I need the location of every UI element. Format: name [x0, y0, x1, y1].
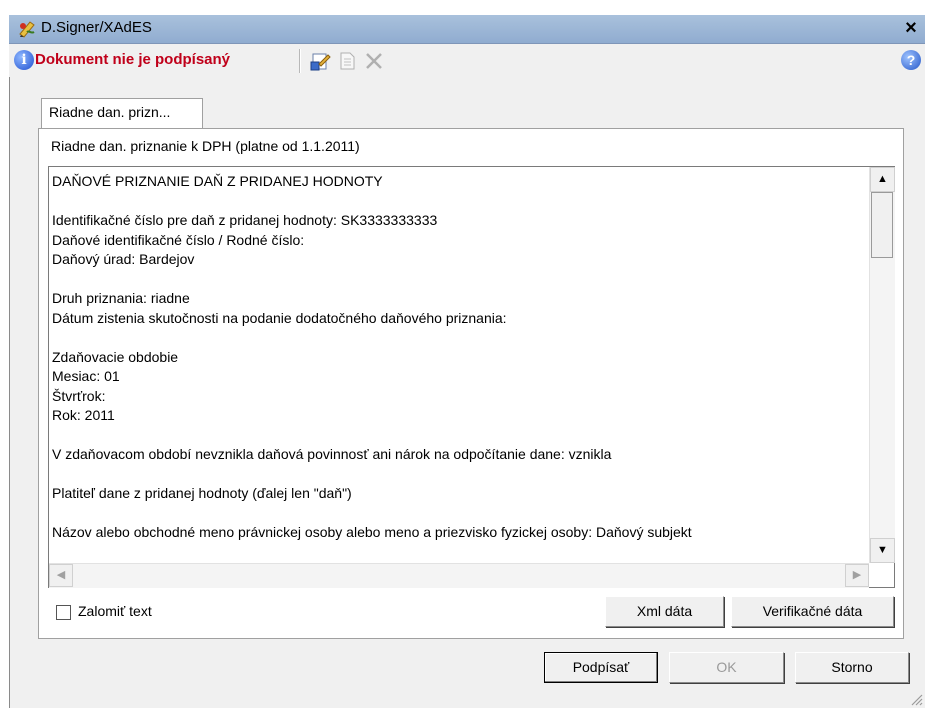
- window-title: D.Signer/XAdES: [41, 19, 152, 36]
- document-blank-line: [52, 270, 862, 290]
- ok-button[interactable]: OK: [669, 652, 784, 683]
- document-blank-line: [52, 426, 862, 446]
- document-content: DAŇOVÉ PRIZNANIE DAŇ Z PRIDANEJ HODNOTY I…: [52, 172, 862, 562]
- help-icon[interactable]: ?: [901, 50, 921, 70]
- app-logo-icon: [18, 20, 36, 38]
- delete-icon[interactable]: [363, 50, 385, 72]
- vertical-scroll-thumb[interactable]: [871, 192, 893, 258]
- wrap-text-label: Zalomiť text: [78, 603, 152, 619]
- scroll-right-icon[interactable]: ▶: [845, 564, 869, 587]
- verification-data-button[interactable]: Verifikačné dáta: [731, 596, 894, 627]
- toolbar: i Dokument nie je podpísaný ?: [9, 44, 925, 77]
- document-title: Riadne dan. priznanie k DPH (platne od 1…: [51, 138, 360, 154]
- document-line: DAŇOVÉ PRIZNANIE DAŇ Z PRIDANEJ HODNOTY: [52, 173, 383, 189]
- title-bar[interactable]: D.Signer/XAdES ×: [9, 15, 925, 44]
- document-line: Platiteľ dane z pridanej hodnoty (ďalej …: [52, 485, 352, 501]
- sign-button[interactable]: Podpísať: [544, 652, 658, 683]
- sign-document-icon[interactable]: [309, 50, 331, 72]
- resize-grip-icon[interactable]: [909, 692, 923, 706]
- document-blank-line: [52, 504, 862, 524]
- scroll-left-icon[interactable]: ◀: [49, 564, 73, 587]
- scroll-down-icon[interactable]: ▼: [870, 538, 895, 563]
- scroll-up-icon[interactable]: ▲: [870, 167, 895, 192]
- info-icon: i: [14, 50, 34, 70]
- document-line: Štvrťrok:: [52, 387, 106, 404]
- document-blank-line: [52, 328, 862, 348]
- document-line: Rok: 2011: [52, 407, 115, 423]
- document-line: V zdaňovacom období nevznikla daňová pov…: [52, 446, 612, 462]
- document-line: Dátum zistenia skutočnosti na podanie do…: [52, 309, 507, 326]
- xml-data-button[interactable]: Xml dáta: [605, 596, 724, 627]
- document-line: Identifikačné číslo pre daň z pridanej h…: [52, 212, 438, 228]
- signature-status: Dokument nie je podpísaný: [35, 51, 231, 68]
- horizontal-scrollbar[interactable]: ◀ ▶: [49, 563, 869, 588]
- document-line: Druh priznania: riadne: [52, 290, 190, 306]
- document-line: Zdaňovacie obdobie: [52, 348, 179, 365]
- document-line: Mesiac: 01: [52, 368, 120, 384]
- document-line: Názov alebo obchodné meno právnickej oso…: [52, 524, 692, 540]
- cancel-button[interactable]: Storno: [795, 652, 909, 683]
- wrap-text-checkbox[interactable]: [56, 605, 71, 620]
- document-blank-line: [52, 192, 862, 212]
- toolbar-separator: [299, 49, 301, 73]
- document-icon[interactable]: [336, 50, 358, 72]
- document-line: Daňové identifikačné číslo / Rodné číslo…: [52, 231, 305, 248]
- document-line: Daňový úrad: Bardejov: [52, 251, 195, 267]
- tab-label: Riadne dan. prizn...: [49, 104, 171, 120]
- close-button[interactable]: ×: [901, 18, 921, 38]
- document-blank-line: [52, 465, 862, 485]
- tab-document[interactable]: Riadne dan. prizn...: [41, 98, 203, 128]
